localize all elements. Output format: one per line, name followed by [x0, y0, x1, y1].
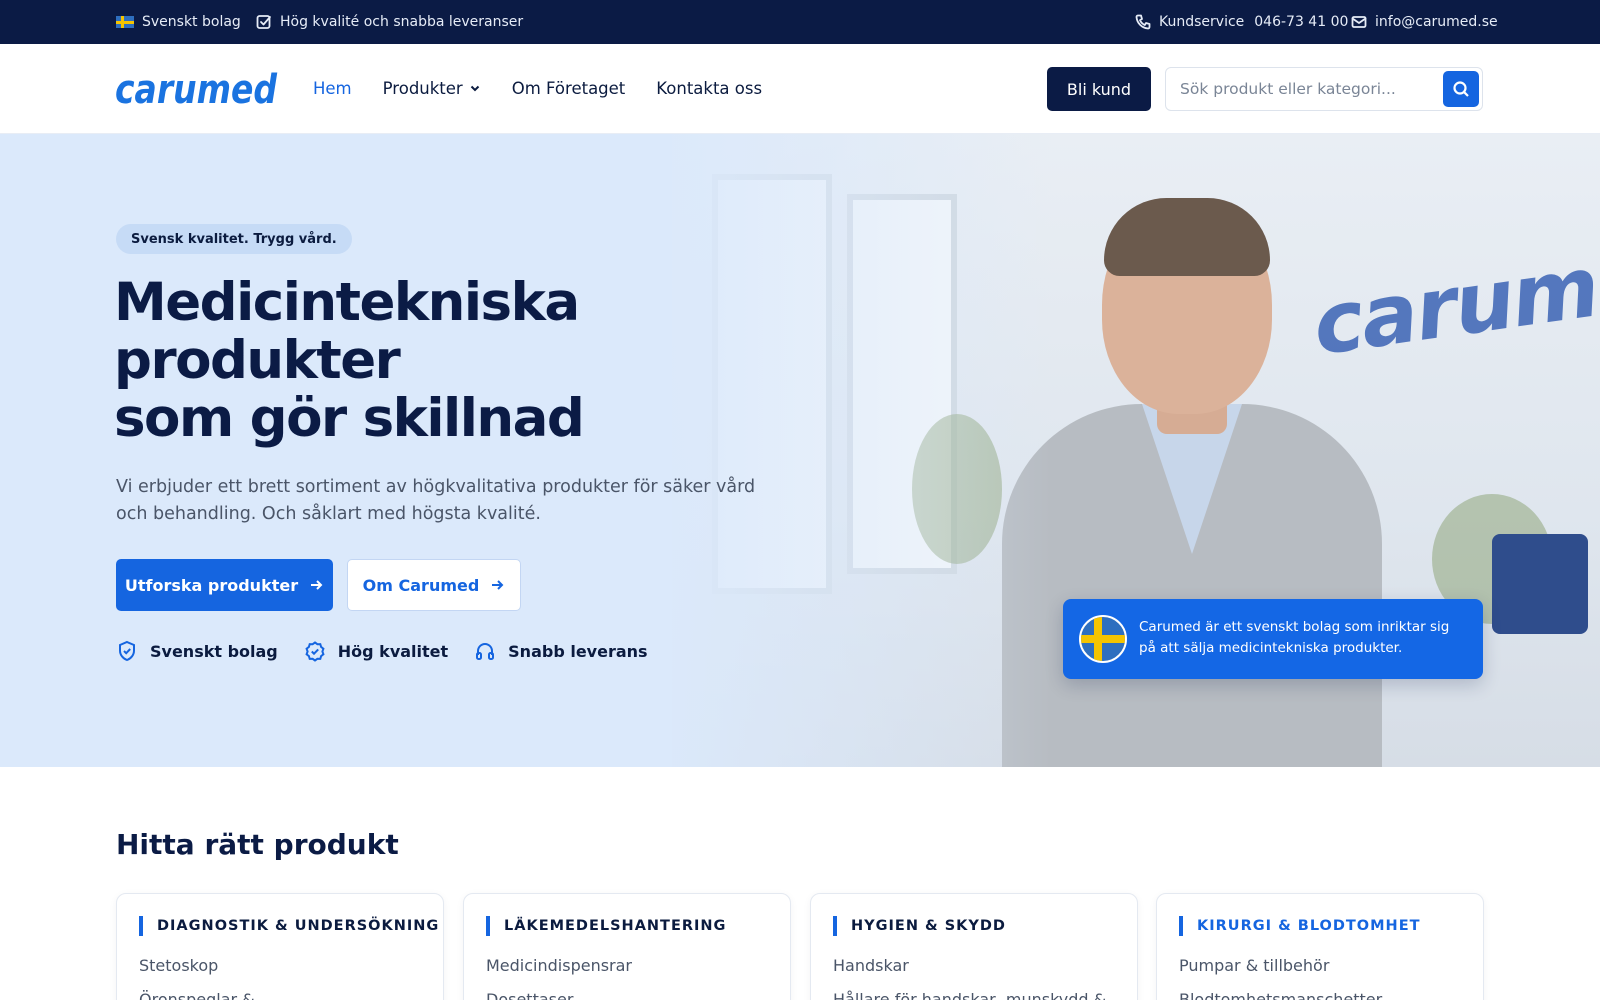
search-icon: [1453, 81, 1469, 97]
category-item[interactable]: Hållare för handskar, munskydd &: [833, 990, 1106, 1000]
hero-section: carumed Svensk kvalitet. Trygg vård. Med…: [0, 134, 1600, 767]
arrow-right-icon: [492, 580, 504, 590]
nav-products[interactable]: Produkter: [383, 79, 481, 98]
category-cards: DIAGNOSTIK & UNDERSÖKNING Stetoskop Öron…: [116, 893, 1484, 1000]
arrow-right-icon: [311, 580, 323, 590]
search-box: [1165, 67, 1483, 111]
category-item[interactable]: Pumpar & tillbehör: [1179, 956, 1329, 975]
badge-check-icon: [305, 641, 325, 662]
email-link[interactable]: info@carumed.se: [1375, 14, 1498, 30]
top-bar-phone[interactable]: Kundservice 046-73 41 00: [1135, 0, 1348, 44]
feature-label: Snabb leverans: [508, 641, 648, 661]
feature-swedish-company: Svenskt bolag: [116, 640, 278, 662]
category-title: LÄKEMEDELSHANTERING: [486, 916, 726, 936]
carumed-logo[interactable]: carumed: [115, 67, 280, 113]
products-section-title: Hitta rätt produkt: [116, 828, 399, 861]
hero-description: Vi erbjuder ett brett sortiment av högkv…: [116, 477, 756, 524]
category-title: HYGIEN & SKYDD: [833, 916, 1006, 936]
search-button[interactable]: [1443, 71, 1479, 107]
explore-products-label: Utforska produkter: [124, 575, 299, 595]
top-bar-email[interactable]: info@carumed.se: [1351, 0, 1498, 44]
info-card-text: Carumed är ett svenskt bolag som inrikta…: [1139, 619, 1450, 656]
category-item[interactable]: Handskar: [833, 956, 909, 975]
nav-about[interactable]: Om Företaget: [512, 79, 626, 98]
top-bar: Svenskt bolag Hög kvalité och snabba lev…: [0, 0, 1600, 44]
chevron-down-icon: [470, 85, 479, 92]
hero-badge: Svensk kvalitet. Trygg vård.: [116, 224, 352, 254]
category-title: KIRURGI & BLODTOMHET: [1179, 916, 1421, 936]
nav-contact[interactable]: Kontakta oss: [656, 79, 762, 98]
category-card[interactable]: DIAGNOSTIK & UNDERSÖKNING Stetoskop Öron…: [116, 893, 444, 1000]
feature-fast-delivery: Snabb leverans: [474, 640, 648, 662]
category-item[interactable]: Öronspeglar &: [139, 990, 255, 1000]
about-carumed-label: Om Carumed: [362, 575, 480, 595]
about-carumed-button[interactable]: Om Carumed: [347, 559, 521, 611]
category-item[interactable]: Dosettaser: [486, 990, 573, 1000]
hero-title-line: Medicintekniska: [114, 272, 580, 333]
shield-check-icon: [119, 640, 135, 662]
headphones-icon: [476, 643, 495, 660]
phone-icon: [1135, 14, 1151, 30]
hero-title-line: produkter: [114, 330, 401, 391]
top-bar-quality-label: Hög kvalité och snabba leveranser: [280, 14, 524, 30]
feature-label: Hög kvalitet: [337, 641, 449, 661]
hero-features: Svenskt bolag Hög kvalitet Snabb leveran…: [116, 640, 648, 662]
hero-photo-fade: [672, 134, 1052, 767]
category-title: DIAGNOSTIK & UNDERSÖKNING: [139, 916, 439, 936]
nav-home[interactable]: Hem: [313, 79, 352, 98]
info-card: Carumed är ett svenskt bolag som inrikta…: [1063, 599, 1483, 679]
feature-high-quality: Hög kvalitet: [304, 640, 448, 662]
hero-title: Medicintekniska produkter som gör skilln…: [114, 272, 585, 449]
nav-products-label: Produkter: [382, 78, 463, 98]
category-card[interactable]: LÄKEMEDELSHANTERING Medicindispensrar Do…: [463, 893, 791, 1000]
category-item[interactable]: Stetoskop: [139, 956, 218, 975]
site-header: carumed Hem Produkter Om Företaget Konta…: [0, 44, 1600, 134]
mail-icon: [1351, 16, 1367, 28]
category-card[interactable]: HYGIEN & SKYDD Handskar Hållare för hand…: [810, 893, 1138, 1000]
category-item[interactable]: Medicindispensrar: [486, 956, 632, 975]
first-aid-case: [1492, 534, 1588, 634]
phone-number[interactable]: 046-73 41 00: [1254, 14, 1348, 30]
logo-text: carumed: [115, 68, 277, 110]
explore-products-button[interactable]: Utforska produkter: [116, 559, 333, 611]
category-item[interactable]: Blodtomhetsmanschetter: [1179, 990, 1382, 1000]
top-bar-company: Svenskt bolag: [116, 0, 241, 44]
sweden-flag-icon: [116, 16, 134, 28]
category-card[interactable]: KIRURGI & BLODTOMHET Pumpar & tillbehör …: [1156, 893, 1484, 1000]
checkbox-icon: [256, 15, 271, 29]
customer-service-label: Kundservice: [1159, 14, 1245, 30]
wall-logo: carumed: [1307, 221, 1600, 375]
become-customer-button[interactable]: Bli kund: [1047, 67, 1151, 111]
top-bar-company-label: Svenskt bolag: [142, 14, 241, 30]
feature-label: Svenskt bolag: [150, 641, 278, 661]
hero-title-line: som gör skillnad: [114, 388, 585, 449]
main-nav: Hem Produkter Om Företaget Kontakta oss: [313, 44, 762, 132]
sweden-flag-icon: [1079, 615, 1127, 663]
top-bar-quality: Hög kvalité och snabba leveranser: [256, 0, 523, 44]
search-input[interactable]: [1180, 68, 1435, 110]
person-hair: [1104, 198, 1270, 276]
logo-wordmark: carumed: [115, 67, 277, 113]
